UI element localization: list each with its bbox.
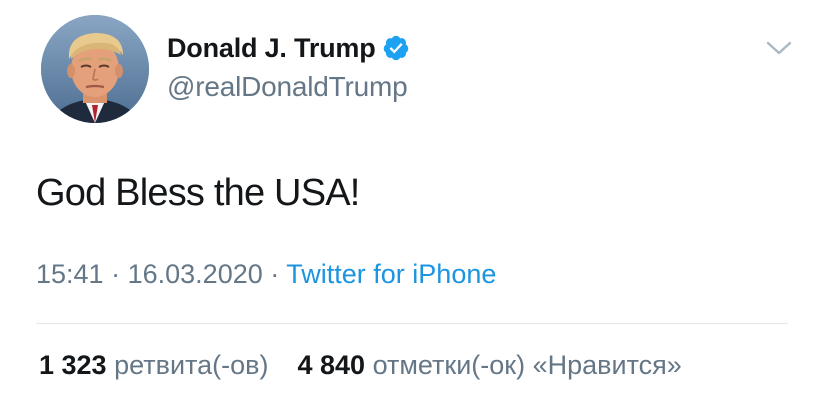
likes-stat[interactable]: 4 840 отметки(-ок) «Нравится» [297,350,681,380]
author-name-row: Donald J. Trump [167,30,410,66]
tweet-date[interactable]: 16.03.2020 [128,259,263,289]
chevron-down-icon[interactable] [764,36,794,60]
author-handle[interactable]: @realDonaldTrump [167,71,410,103]
display-name[interactable]: Donald J. Trump [167,33,376,64]
verified-badge-icon [382,34,410,62]
tweet-time[interactable]: 15:41 [36,259,104,289]
tweet-text: God Bless the USA! [36,172,360,214]
tweet-metadata: 15:41 · 16.03.2020 · Twitter for iPhone [36,259,496,290]
retweets-count: 1 323 [39,350,107,380]
meta-separator: · [270,259,280,289]
retweets-stat[interactable]: 1 323 ретвита(-ов) [39,350,276,380]
tweet-card: Donald J. Trump @realDonaldTrump God Ble… [0,0,828,405]
avatar-photo [41,15,149,123]
meta-separator: · [111,259,121,289]
retweets-label: ретвита(-ов) [114,350,269,380]
avatar[interactable] [41,15,149,123]
likes-count: 4 840 [297,350,366,380]
divider [36,323,788,324]
tweet-author[interactable]: Donald J. Trump @realDonaldTrump [167,30,410,103]
likes-label: отметки(-ок) «Нравится» [372,350,682,380]
tweet-source-link[interactable]: Twitter for iPhone [286,259,496,289]
tweet-stats: 1 323 ретвита(-ов) 4 840 отметки(-ок) «Н… [39,350,682,381]
